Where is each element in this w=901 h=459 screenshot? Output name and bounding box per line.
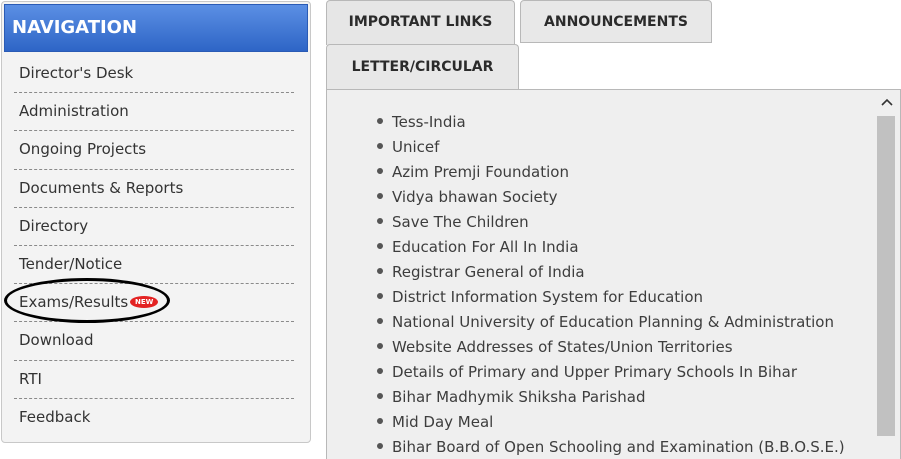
link-label: Save The Children bbox=[392, 213, 529, 231]
link-label: Vidya bhawan Society bbox=[392, 188, 558, 206]
nav-item-ongoing-projects[interactable]: Ongoing Projects bbox=[14, 131, 294, 170]
bullet-icon bbox=[377, 243, 383, 249]
important-links-panel: Tess-India Unicef Azim Premji Foundation… bbox=[326, 89, 901, 459]
nav-item-label: Director's Desk bbox=[19, 64, 134, 82]
nav-item-label: Ongoing Projects bbox=[19, 140, 147, 159]
nav-item-label: Tender/Notice bbox=[19, 254, 123, 273]
link-item[interactable]: Mid Day Meal bbox=[377, 410, 845, 435]
scrollbar-thumb[interactable] bbox=[877, 116, 895, 436]
nav-item-label: RTI bbox=[19, 369, 42, 388]
link-item[interactable]: Azim Premji Foundation bbox=[377, 160, 845, 185]
nav-item-rti[interactable]: RTI bbox=[14, 361, 294, 399]
nav-item-documents-reports[interactable]: Documents & Reports bbox=[14, 170, 294, 208]
bullet-icon bbox=[377, 168, 383, 174]
bullet-icon bbox=[377, 418, 383, 424]
link-item[interactable]: National University of Education Plannin… bbox=[377, 310, 845, 335]
bullet-icon bbox=[377, 268, 383, 274]
link-item[interactable]: Website Addresses of States/Union Territ… bbox=[377, 335, 845, 360]
nav-item-administration[interactable]: Administration bbox=[14, 93, 294, 132]
link-item[interactable]: Bihar Madhymik Shiksha Parishad bbox=[377, 385, 845, 410]
link-label: National University of Education Plannin… bbox=[392, 313, 834, 331]
bullet-icon bbox=[377, 193, 383, 199]
chevron-up-glyph bbox=[881, 98, 893, 106]
link-label: Details of Primary and Upper Primary Sch… bbox=[392, 363, 798, 381]
nav-item-exams-results[interactable]: Exams/Results NEW bbox=[14, 284, 294, 323]
link-item[interactable]: Vidya bhawan Society bbox=[377, 185, 845, 210]
scrollbar[interactable] bbox=[874, 90, 900, 459]
nav-item-label: Directory bbox=[19, 216, 89, 235]
bullet-icon bbox=[377, 343, 383, 349]
tab-letter-circular[interactable]: LETTER/CIRCULAR bbox=[326, 44, 519, 90]
bullet-icon bbox=[377, 118, 383, 124]
links-list: Tess-India Unicef Azim Premji Foundation… bbox=[377, 110, 845, 459]
link-item[interactable]: District Information System for Educatio… bbox=[377, 285, 845, 310]
nav-item-label: Exams/Results bbox=[19, 293, 129, 312]
link-item[interactable]: Education For All In India bbox=[377, 235, 845, 260]
link-label: Azim Premji Foundation bbox=[392, 163, 569, 181]
new-badge-icon: NEW bbox=[130, 296, 159, 309]
link-item[interactable]: Unicef bbox=[377, 135, 845, 160]
navigation-header: NAVIGATION bbox=[4, 4, 308, 52]
nav-item-label: Feedback bbox=[19, 407, 91, 426]
nav-item-tender-notice[interactable]: Tender/Notice bbox=[14, 246, 294, 285]
bullet-icon bbox=[377, 143, 383, 149]
bullet-icon bbox=[377, 368, 383, 374]
nav-item-download[interactable]: Download bbox=[14, 322, 294, 361]
link-item[interactable]: Bihar Board of Open Schooling and Examin… bbox=[377, 435, 845, 459]
nav-item-label: Download bbox=[19, 331, 94, 350]
link-item[interactable]: Registrar General of India bbox=[377, 260, 845, 285]
bullet-icon bbox=[377, 393, 383, 399]
bullet-icon bbox=[377, 443, 383, 449]
link-label: Website Addresses of States/Union Territ… bbox=[392, 338, 733, 356]
link-label: Bihar Board of Open Schooling and Examin… bbox=[392, 438, 845, 456]
chevron-up-icon[interactable] bbox=[874, 92, 900, 112]
link-label: Bihar Madhymik Shiksha Parishad bbox=[392, 388, 646, 406]
tab-announcements[interactable]: ANNOUNCEMENTS bbox=[520, 0, 712, 43]
bullet-icon bbox=[377, 293, 383, 299]
link-label: Mid Day Meal bbox=[392, 413, 494, 431]
nav-item-directory[interactable]: Directory bbox=[14, 208, 294, 246]
link-item[interactable]: Details of Primary and Upper Primary Sch… bbox=[377, 360, 845, 385]
page: NAVIGATION Director's Desk Administratio… bbox=[0, 0, 901, 459]
link-item[interactable]: Save The Children bbox=[377, 210, 845, 235]
nav-item-label: Administration bbox=[19, 102, 129, 121]
link-label: Education For All In India bbox=[392, 238, 579, 256]
tab-important-links[interactable]: IMPORTANT LINKS bbox=[326, 0, 515, 45]
link-item[interactable]: Tess-India bbox=[377, 110, 845, 135]
bullet-icon bbox=[377, 318, 383, 324]
link-label: Registrar General of India bbox=[392, 263, 585, 281]
nav-item-directors-desk[interactable]: Director's Desk bbox=[14, 55, 294, 94]
link-label: Tess-India bbox=[392, 113, 466, 131]
bullet-icon bbox=[377, 218, 383, 224]
link-label: District Information System for Educatio… bbox=[392, 288, 704, 306]
nav-item-feedback[interactable]: Feedback bbox=[14, 399, 294, 437]
navigation-panel: NAVIGATION Director's Desk Administratio… bbox=[1, 1, 311, 443]
link-label: Unicef bbox=[392, 138, 440, 156]
nav-item-label: Documents & Reports bbox=[19, 178, 184, 197]
navigation-list: Director's Desk Administration Ongoing P… bbox=[14, 55, 294, 437]
